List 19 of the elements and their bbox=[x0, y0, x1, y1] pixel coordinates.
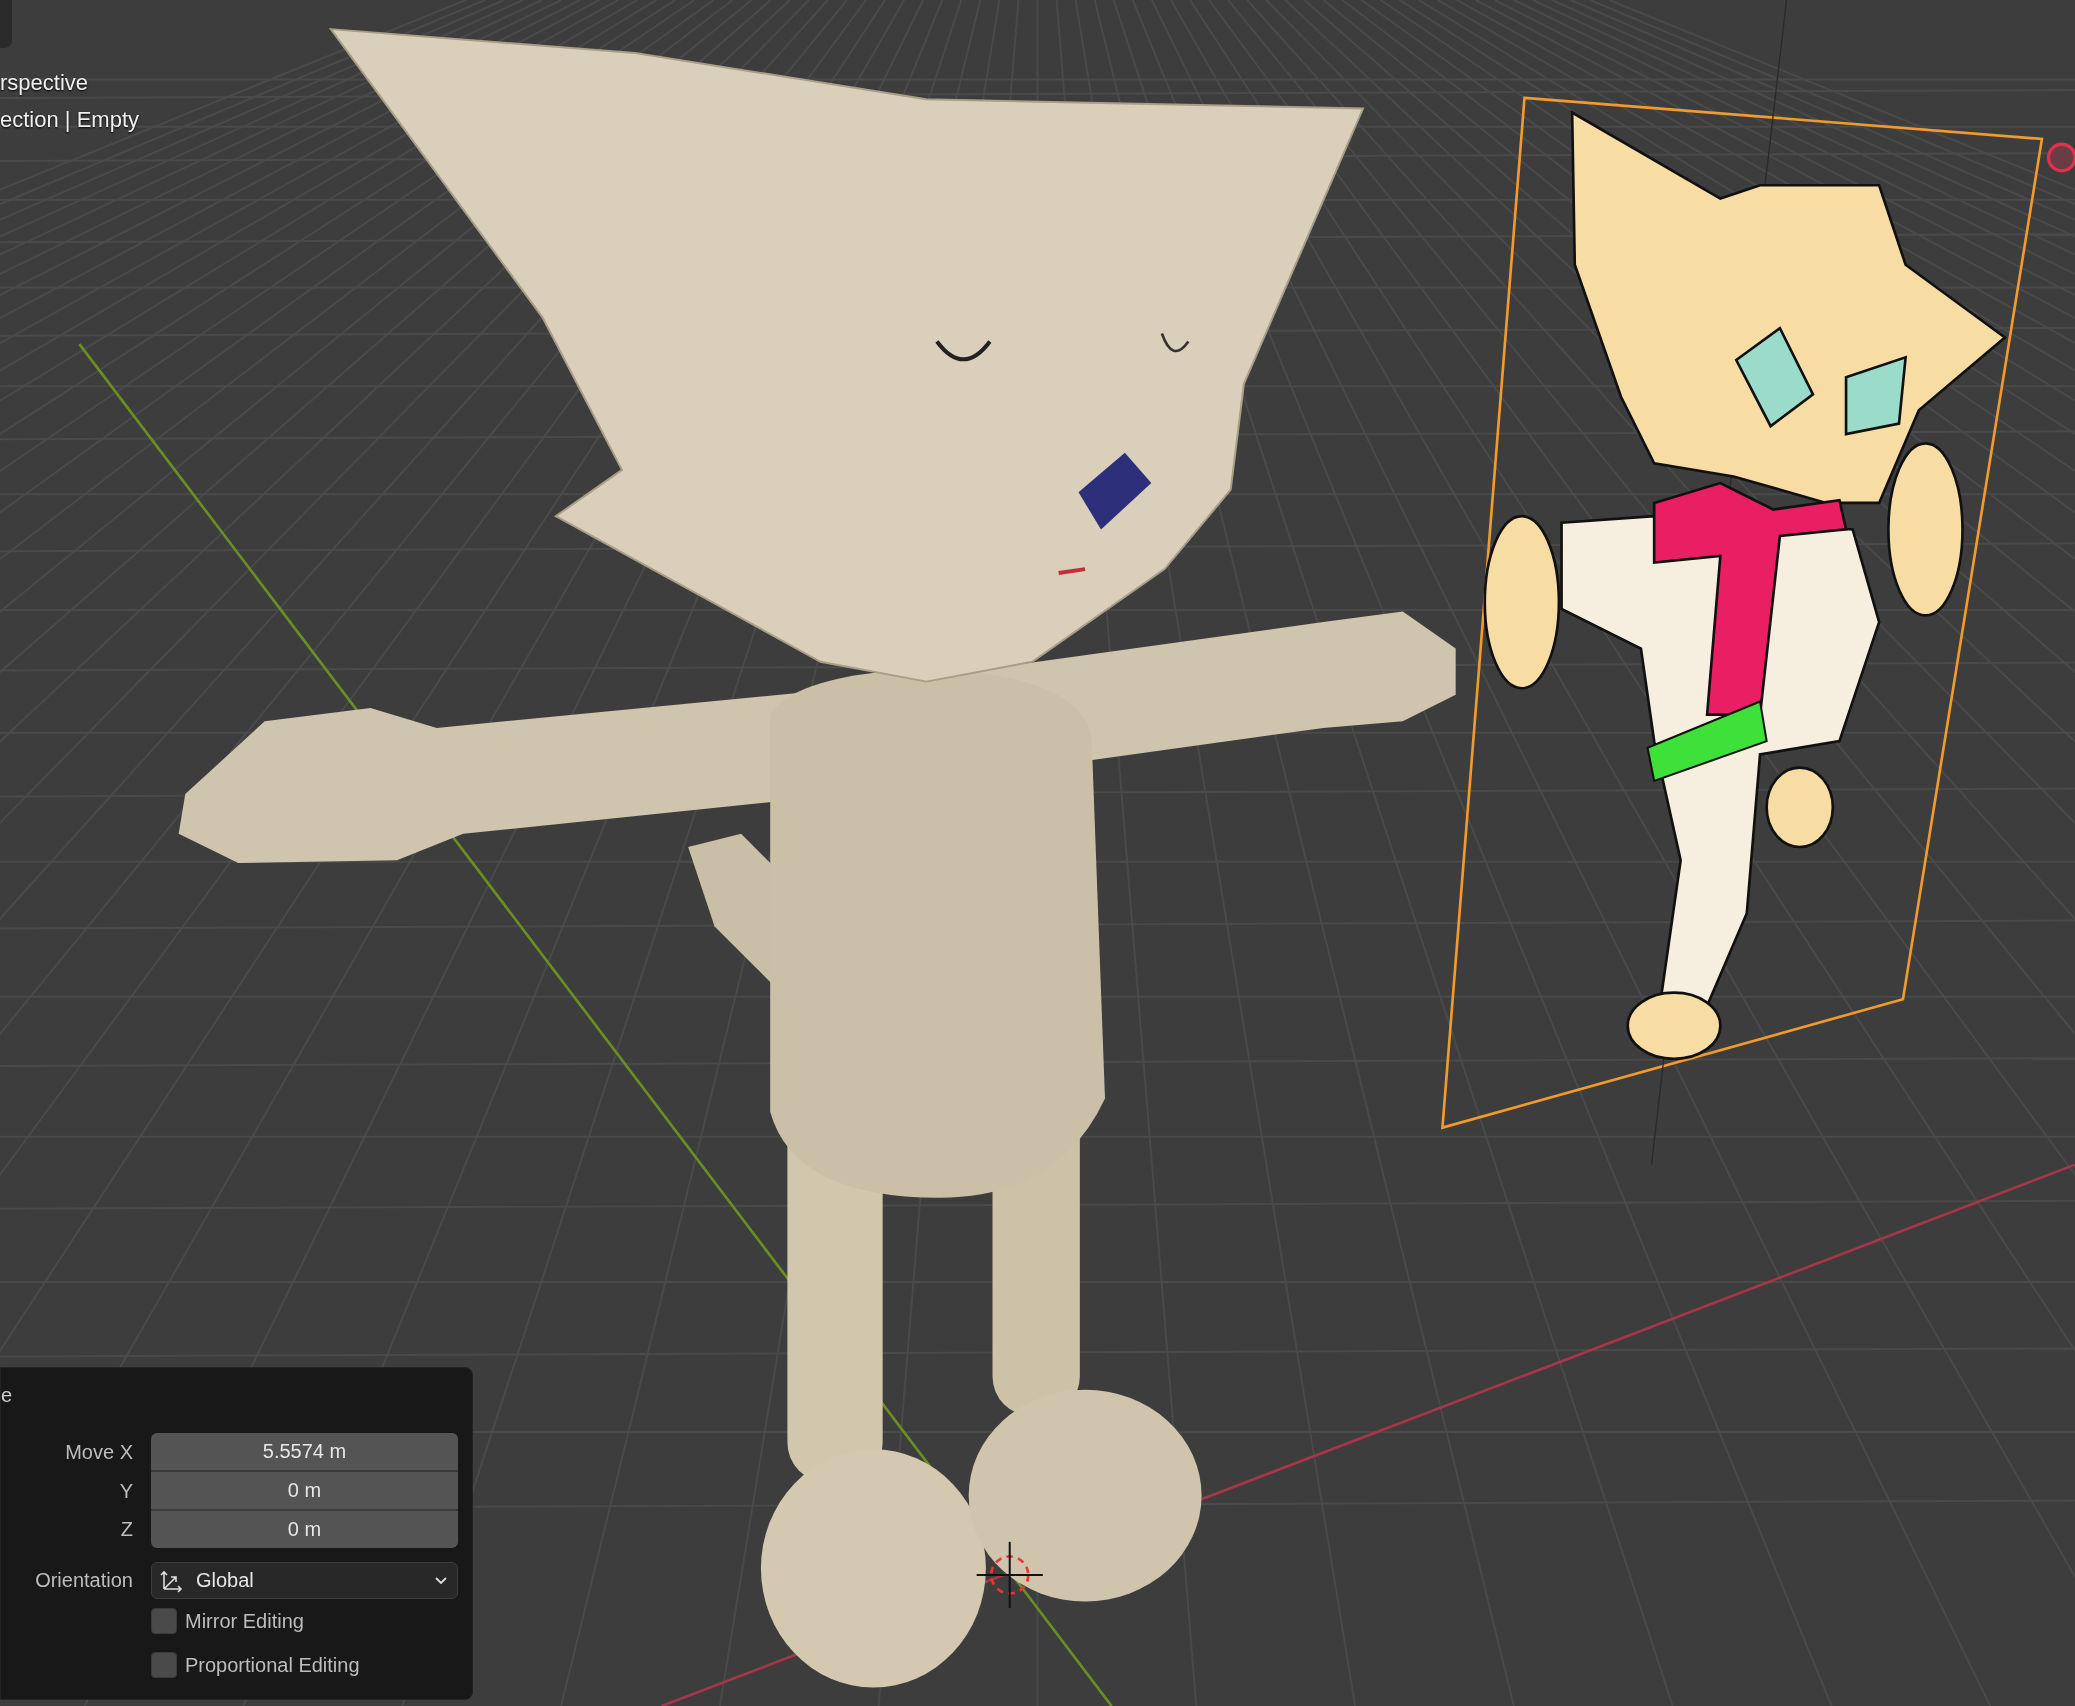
number-field[interactable]: 0 m bbox=[151, 1472, 458, 1511]
field-label: Orientation bbox=[34, 1568, 133, 1593]
chevron-down-icon bbox=[435, 1576, 447, 1585]
panel-title: e bbox=[1, 1383, 14, 1408]
viewport-info-text: rspective bbox=[0, 69, 90, 97]
field-label: Z bbox=[119, 1517, 133, 1542]
field-label: Move X bbox=[64, 1440, 133, 1465]
number-field[interactable]: 0 m bbox=[151, 1511, 458, 1548]
3d-cursor-icon bbox=[975, 1540, 1044, 1610]
checkbox-label[interactable]: Proportional Editing bbox=[185, 1653, 360, 1677]
gizmo-handle-icon[interactable] bbox=[2046, 142, 2075, 173]
number-field[interactable]: 5.5574 m bbox=[151, 1433, 458, 1472]
checkbox[interactable] bbox=[151, 1608, 177, 1634]
checkbox[interactable] bbox=[151, 1652, 177, 1678]
checkbox-label[interactable]: Mirror Editing bbox=[185, 1609, 304, 1633]
field-label: Y bbox=[118, 1479, 133, 1504]
axes-icon bbox=[160, 1568, 184, 1593]
viewport-info-text: ection | Empty bbox=[0, 106, 139, 134]
orientation-dropdown[interactable]: Global bbox=[151, 1562, 458, 1599]
